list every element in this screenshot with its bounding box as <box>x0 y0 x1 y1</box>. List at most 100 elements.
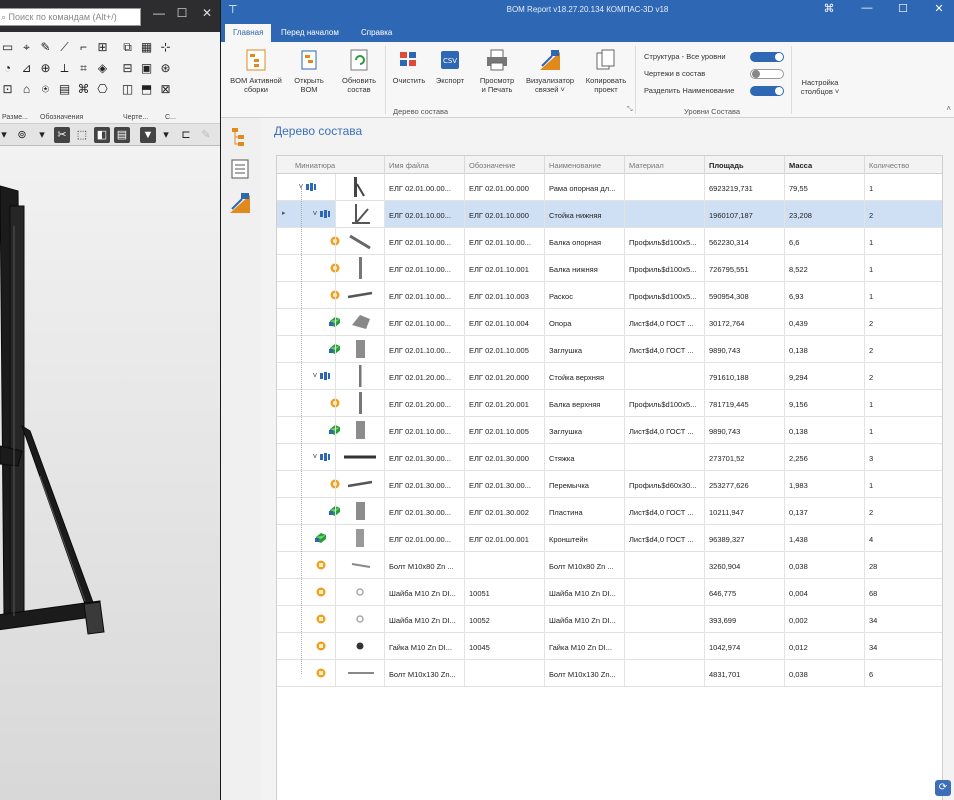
table-row[interactable]: Шайба М10 Zn DI... 10052 Шайба М10 Zn DI..… <box>277 606 942 633</box>
tool-icon[interactable]: ⌗ <box>76 61 91 76</box>
toggle-switch[interactable] <box>750 69 784 79</box>
table-row[interactable]: ЕЛГ 02.01.00.00... ЕЛГ 02.01.00.001 Кроншт… <box>277 525 942 552</box>
tab-before-start[interactable]: Перед началом <box>273 24 347 42</box>
table-row[interactable]: Гайка М10 Zn DI... 10045 Гайка М10 Zn DI..… <box>277 633 942 660</box>
tool-icon[interactable]: ⊹ <box>158 40 173 55</box>
tool-icon[interactable]: ⌐ <box>76 40 91 55</box>
table-row[interactable]: ЕЛГ 02.01.10.00... ЕЛГ 02.01.10.005 Заглуш… <box>277 336 942 363</box>
tab-main[interactable]: Главная <box>225 24 272 42</box>
collapse-ribbon-icon[interactable]: ˄ <box>946 104 951 113</box>
tool-icon[interactable]: ▣ <box>139 61 154 76</box>
table-row[interactable]: ˅ ЕЛГ 02.01.30.00... ЕЛГ 02.01.30.000 Стяжк… <box>277 444 942 471</box>
maximize-icon[interactable]: ☐ <box>895 2 911 15</box>
tool-icon[interactable]: ⌖ <box>19 40 34 55</box>
3d-model-viewport[interactable] <box>0 146 220 800</box>
tool-icon[interactable]: ⟋ <box>57 40 72 55</box>
close-icon[interactable]: ✕ <box>931 2 947 15</box>
toggle-drawings-in-bom[interactable]: Чертежи в состав <box>644 69 784 81</box>
tool-icon[interactable]: ⊠ <box>158 82 173 97</box>
toggle-split-name[interactable]: Разделить Наименование <box>644 86 784 98</box>
dropdown-arrow-icon[interactable]: ▾ <box>0 127 12 143</box>
table-row[interactable]: ▸ ˅ ЕЛГ 02.01.10.00... ЕЛГ 02.01.10.000 Стой… <box>277 201 942 228</box>
clear-button[interactable]: Очистить <box>389 48 429 85</box>
tool-icon[interactable]: ▭ <box>0 40 15 55</box>
close-icon[interactable]: ✕ <box>198 6 216 20</box>
command-search-input[interactable]: ⌕ Поиск по командам (Alt+/) <box>0 8 141 26</box>
tool-icon[interactable]: ▤ <box>57 82 72 97</box>
table-row[interactable]: ЕЛГ 02.01.20.00... ЕЛГ 02.01.20.001 Балка … <box>277 390 942 417</box>
tool-icon[interactable]: ⟂ <box>57 61 72 76</box>
visualizer-view-icon[interactable] <box>229 192 251 214</box>
pencil-icon[interactable]: ✎ <box>198 127 214 143</box>
dropdown-arrow-icon[interactable]: ▾ <box>158 127 174 143</box>
column-header[interactable]: Имя файла <box>385 156 465 174</box>
table-row[interactable]: ЕЛГ 02.01.10.00... ЕЛГ 02.01.10.001 Балка … <box>277 255 942 282</box>
tab-help[interactable]: Справка <box>353 24 400 42</box>
bom-active-assembly-button[interactable]: BOM Активной сборки <box>225 48 287 94</box>
filter-icon[interactable]: ▼ <box>140 127 156 143</box>
column-header[interactable]: Миниатюра <box>291 156 385 174</box>
tool-icon[interactable]: ▦ <box>139 40 154 55</box>
kompas-link-icon[interactable]: ⟳ <box>935 780 951 796</box>
table-row[interactable]: ˅ ЕЛГ 02.01.20.00... ЕЛГ 02.01.20.000 Стойк… <box>277 363 942 390</box>
column-header[interactable]: Количество <box>865 156 942 174</box>
table-row[interactable]: ЕЛГ 02.01.10.00... ЕЛГ 02.01.10.003 Раскос… <box>277 282 942 309</box>
print-preview-button[interactable]: Просмотр и Печать <box>475 48 519 94</box>
tool-icon[interactable]: ⌂ <box>19 82 34 97</box>
bom-tree-grid[interactable]: Миниатюра Имя файла Обозначение Наименовани… <box>276 155 943 800</box>
toggle-structure-all-levels[interactable]: Структура - Все уровни <box>644 52 784 64</box>
tool-icon[interactable]: ⍟ <box>38 82 53 97</box>
column-header[interactable]: Площадь <box>705 156 785 174</box>
tool-icon[interactable]: ✎ <box>38 40 53 55</box>
pin-icon[interactable]: ⌘ <box>821 2 837 15</box>
tool-icon[interactable]: ⊞ <box>95 40 110 55</box>
expand-chevron-icon[interactable]: ˅ <box>311 209 319 218</box>
tool-icon[interactable]: ◈ <box>95 61 110 76</box>
minimize-icon[interactable]: — <box>859 2 875 14</box>
update-composition-button[interactable]: Обновить состав <box>334 48 384 94</box>
columns-setup-button[interactable]: Настройка столбцов ˅ <box>795 78 845 96</box>
toggle-switch[interactable] <box>750 86 784 96</box>
table-row[interactable]: ЕЛГ 02.01.30.00... ЕЛГ 02.01.30.00... Пере… <box>277 471 942 498</box>
shaded-icon[interactable]: ▤ <box>114 127 130 143</box>
section-icon[interactable]: ✂ <box>54 127 70 143</box>
expand-chevron-icon[interactable]: ˅ <box>311 452 319 461</box>
tool-icon[interactable]: ⊛ <box>158 61 173 76</box>
tool-icon[interactable]: ⎔ <box>95 82 110 97</box>
tool-icon[interactable]: ⌘ <box>76 82 91 97</box>
tool-icon[interactable]: ⊟ <box>120 61 135 76</box>
maximize-icon[interactable]: ☐ <box>173 6 191 20</box>
open-bom-button[interactable]: Открыть BOM <box>287 48 331 94</box>
list-view-icon[interactable] <box>229 158 251 180</box>
table-row[interactable]: Шайба М10 Zn DI... 10051 Шайба М10 Zn DI..… <box>277 579 942 606</box>
table-row[interactable]: ˅ ЕЛГ 02.01.00.00... ЕЛГ 02.01.00.000 Рама … <box>277 174 942 201</box>
tool-icon[interactable]: ⊡ <box>0 82 15 97</box>
snap-icon[interactable]: ⊏ <box>178 127 194 143</box>
table-row[interactable]: Болт М10x130 Zn... Болт М10x130 Zn... 4831… <box>277 660 942 687</box>
export-button[interactable]: CSV Экспорт <box>433 48 467 85</box>
table-row[interactable]: ЕЛГ 02.01.10.00... ЕЛГ 02.01.10.004 Опора Л… <box>277 309 942 336</box>
tree-view-icon[interactable] <box>229 126 251 148</box>
minimize-icon[interactable]: — <box>150 6 168 20</box>
column-header[interactable]: Масса <box>785 156 865 174</box>
table-row[interactable]: ЕЛГ 02.01.30.00... ЕЛГ 02.01.30.002 Пласти… <box>277 498 942 525</box>
render-mode-icon[interactable]: ◧ <box>94 127 110 143</box>
tool-icon[interactable]: ⊿ <box>19 61 34 76</box>
tool-icon[interactable]: ◔ <box>0 61 15 76</box>
tool-icon[interactable]: ⊕ <box>38 61 53 76</box>
table-row[interactable]: ЕЛГ 02.01.10.00... ЕЛГ 02.01.10.00... Балк… <box>277 228 942 255</box>
column-header[interactable]: Материал <box>625 156 705 174</box>
view-orient-icon[interactable]: ⊚ <box>14 127 30 143</box>
copy-project-button[interactable]: Копировать проект <box>581 48 631 94</box>
tool-icon[interactable]: ⧉ <box>120 40 135 55</box>
dropdown-arrow-icon[interactable]: ▾ <box>34 127 50 143</box>
tool-icon[interactable]: ⬒ <box>139 82 154 97</box>
column-header[interactable]: Наименование <box>545 156 625 174</box>
view-cube-icon[interactable]: ⬚ <box>74 127 90 143</box>
table-row[interactable]: Болт М10x80 Zn ... Болт М10x80 Zn ... 3260… <box>277 552 942 579</box>
group-launcher-icon[interactable]: ⤡ <box>627 106 633 114</box>
expand-chevron-icon[interactable]: ˅ <box>311 371 319 380</box>
relations-visualizer-button[interactable]: Визуализатор связей ˅ <box>521 48 579 94</box>
toggle-switch[interactable] <box>750 52 784 62</box>
column-header[interactable]: Обозначение <box>465 156 545 174</box>
